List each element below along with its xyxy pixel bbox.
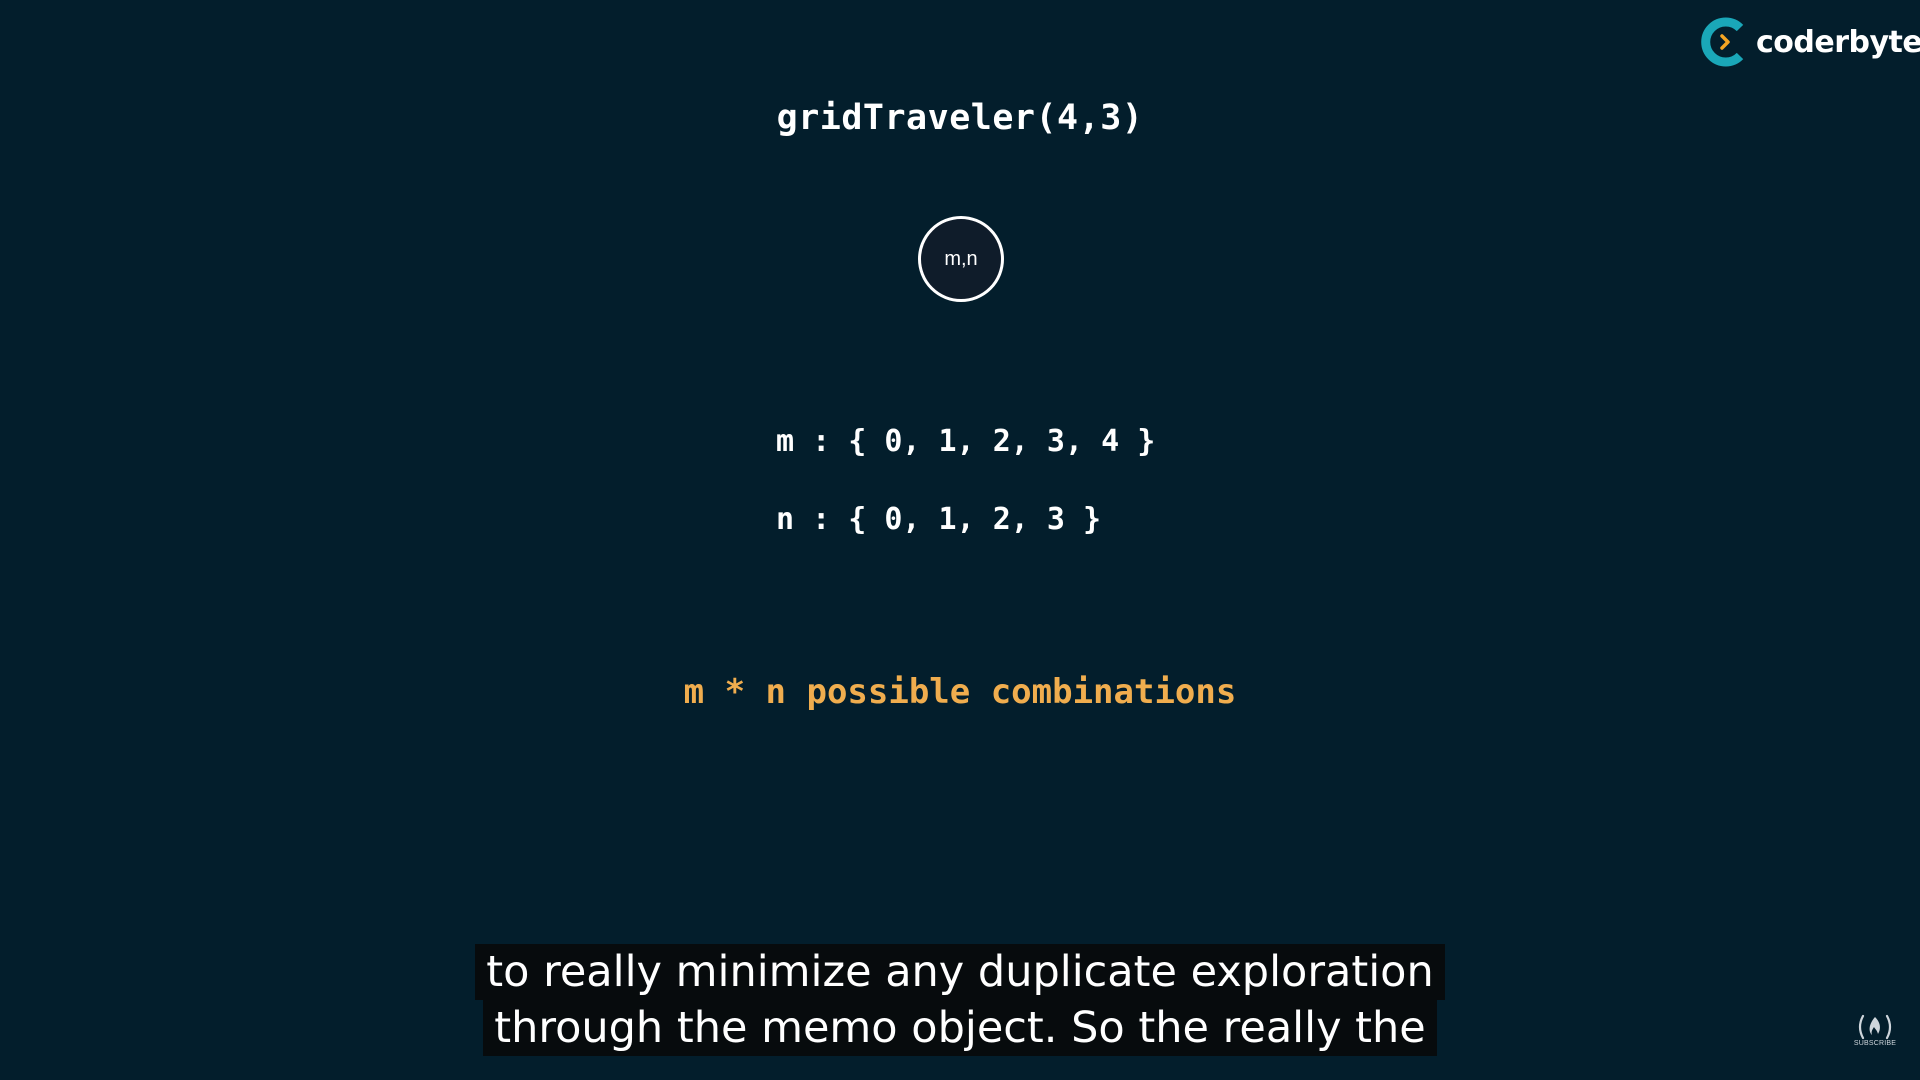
recursion-node: m,n [918,216,1004,302]
coderbyte-logo: coderbyte [1700,14,1920,70]
n-value-set: n : { 0, 1, 2, 3 } [776,502,1102,537]
video-frame: coderbyte gridTraveler(4,3) m,n m : { 0,… [0,0,1920,1080]
slide-title: gridTraveler(4,3) [776,98,1144,138]
freecodecamp-icon [1858,1014,1892,1040]
logo-text: coderbyte [1756,24,1920,60]
node-label: m,n [944,247,978,270]
caption-line-1: to really minimize any duplicate explora… [475,944,1445,1000]
m-value-set: m : { 0, 1, 2, 3, 4 } [776,424,1156,459]
coderbyte-logo-icon [1701,17,1744,67]
caption-line-2: through the memo object. So the really t… [483,1000,1437,1056]
subtitle-captions: to really minimize any duplicate explora… [0,944,1920,1056]
combinations-note: m * n possible combinations [683,672,1237,712]
subscribe-button[interactable]: SUBSCRIBE [1852,1012,1898,1058]
subscribe-label: SUBSCRIBE [1853,1040,1897,1047]
